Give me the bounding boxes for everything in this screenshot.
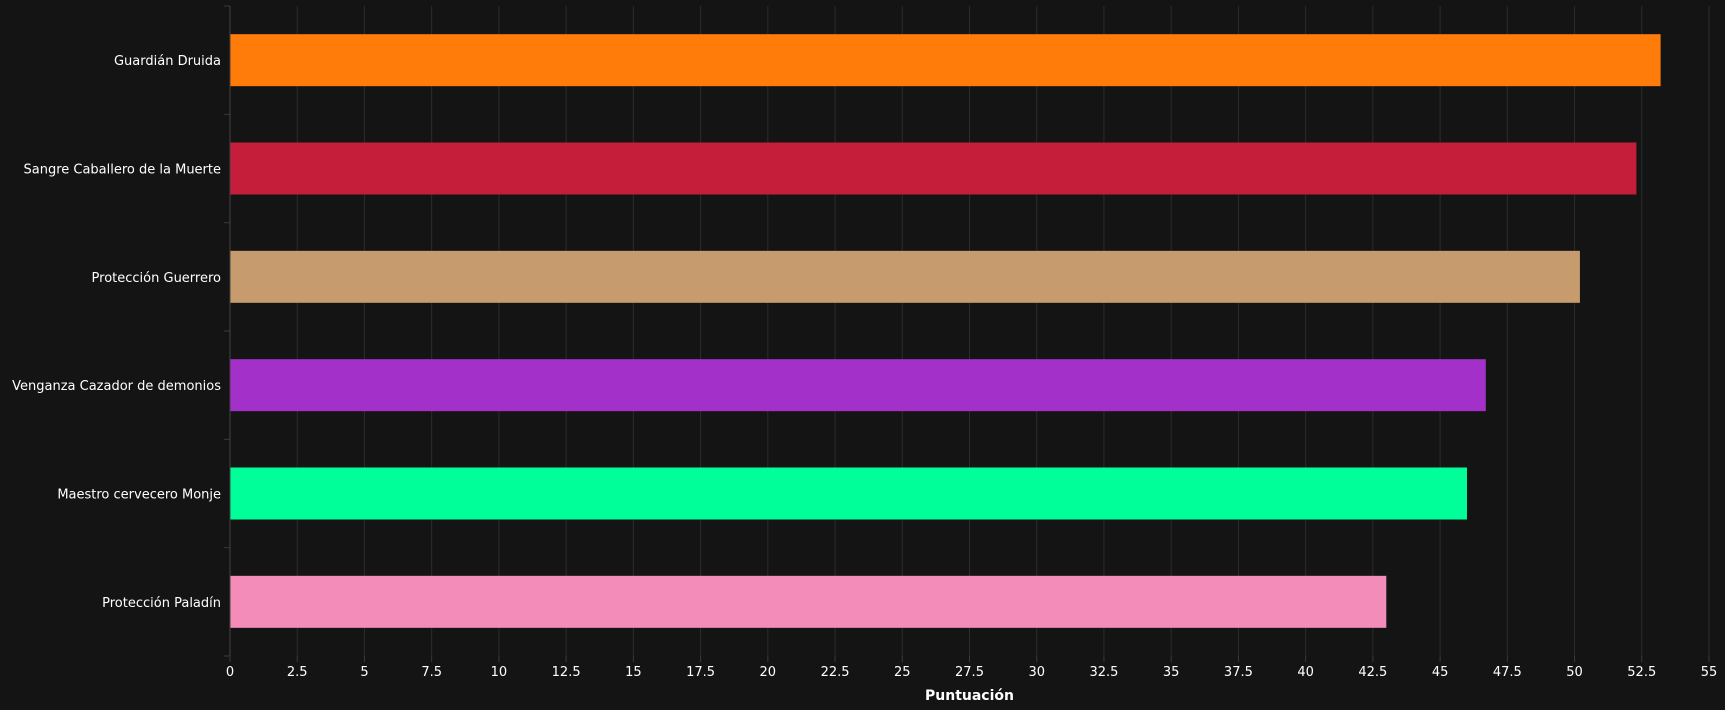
x-tick-label: 35 <box>1163 665 1180 680</box>
x-tick-label: 5 <box>360 665 368 680</box>
bar-chart: 0 2.5 5 7.5 10 12.5 15 17.5 20 22.5 25 27.5 30 32.5 35… <box>12 5 1718 704</box>
bar <box>230 34 1661 87</box>
category-label: Guardián Druida <box>114 54 221 69</box>
x-tick-label: 45 <box>1432 665 1449 680</box>
category-label: Maestro cervecero Monje <box>57 488 221 503</box>
bar <box>230 359 1486 412</box>
grid-layer <box>296 6 1710 656</box>
x-tick-label: 12.5 <box>552 665 581 680</box>
x-tick-label: 52.5 <box>1627 665 1656 680</box>
x-tick-label: 25 <box>894 665 911 680</box>
x-tick-label: 15 <box>625 665 642 680</box>
x-tick-label: 2.5 <box>287 665 308 680</box>
x-tick-label: 42.5 <box>1358 665 1387 680</box>
bar-layer <box>230 34 1661 628</box>
x-tick-label: 27.5 <box>955 665 984 680</box>
x-tick-label: 40 <box>1297 665 1314 680</box>
x-tick-label: 17.5 <box>686 665 715 680</box>
bar <box>230 250 1580 303</box>
x-tick-label: 47.5 <box>1493 665 1522 680</box>
x-tick-label: 50 <box>1566 665 1583 680</box>
x-tick-label: 55 <box>1701 665 1718 680</box>
x-tick-label: 0 <box>226 665 234 680</box>
x-tick-label: 22.5 <box>821 665 850 680</box>
x-tick-label: 20 <box>760 665 777 680</box>
category-label: Protección Guerrero <box>92 271 221 286</box>
x-tick-label: 30 <box>1028 665 1045 680</box>
category-label: Protección Paladín <box>102 596 221 611</box>
category-label: Sangre Caballero de la Muerte <box>23 163 221 178</box>
category-label: Venganza Cazador de demonios <box>12 379 221 394</box>
x-tick-label: 37.5 <box>1224 665 1253 680</box>
x-tick-label: 32.5 <box>1089 665 1118 680</box>
chart-container: 0 2.5 5 7.5 10 12.5 15 17.5 20 22.5 25 27.5 30 32.5 35… <box>0 0 1725 705</box>
bar <box>230 142 1637 195</box>
x-axis-title: Puntuación <box>925 688 1014 704</box>
x-tick-label: 7.5 <box>421 665 442 680</box>
bar <box>230 467 1467 520</box>
bar <box>230 575 1387 628</box>
x-tick-label: 10 <box>491 665 508 680</box>
